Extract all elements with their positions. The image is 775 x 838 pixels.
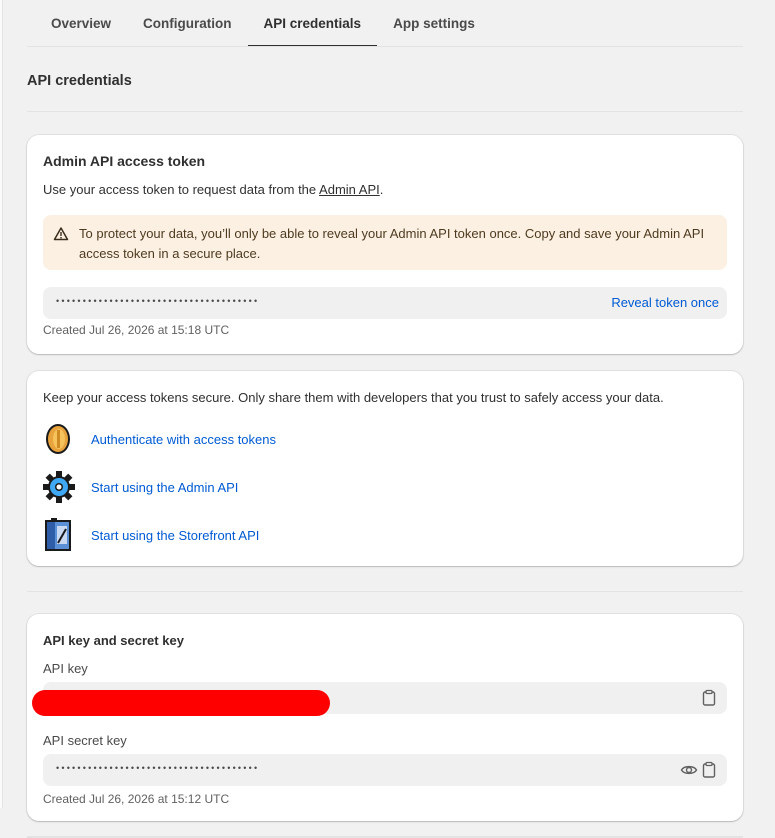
redaction-mark: [32, 690, 330, 716]
eye-icon[interactable]: [680, 761, 698, 779]
security-card: Keep your access tokens secure. Only sha…: [27, 371, 743, 566]
authenticate-link[interactable]: Authenticate with access tokens: [91, 432, 276, 447]
security-intro: Keep your access tokens secure. Only sha…: [43, 390, 664, 405]
api-secret-key-field: ••••••••••••••••••••••••••••••••••••••: [43, 754, 727, 786]
storefront-book-icon: [45, 518, 71, 551]
token-created-date: Created Jul 26, 2026 at 15:18 UTC: [43, 323, 230, 337]
admin-api-link[interactable]: Admin API: [319, 182, 380, 197]
keys-created-date: Created Jul 26, 2026 at 15:12 UTC: [43, 792, 230, 806]
resource-admin-api[interactable]: Start using the Admin API: [43, 470, 238, 504]
storefront-api-link[interactable]: Start using the Storefront API: [91, 528, 259, 543]
api-secret-key-label: API secret key: [43, 733, 127, 748]
description-text: Use your access token to request data fr…: [43, 182, 320, 197]
section-divider: [27, 111, 743, 112]
admin-token-title: Admin API access token: [43, 153, 206, 169]
gear-icon: [43, 471, 75, 503]
description-suffix: .: [379, 182, 384, 197]
section-divider: [27, 591, 743, 592]
tab-app-settings[interactable]: App settings: [377, 0, 491, 47]
tab-overview[interactable]: Overview: [35, 0, 127, 47]
tab-api-credentials[interactable]: API credentials: [247, 0, 378, 47]
masked-secret: ••••••••••••••••••••••••••••••••••••••: [56, 763, 260, 773]
page-title: API credentials: [27, 73, 132, 89]
tab-bar: Overview Configuration API credentials A…: [35, 0, 491, 47]
copy-icon[interactable]: [700, 761, 718, 779]
warning-text: To protect your data, you’ll only be abl…: [79, 226, 705, 261]
admin-token-field: •••••••••••••••••••••••••••••••••••••• R…: [43, 287, 727, 319]
tabs-divider: [27, 46, 743, 47]
resource-storefront-api[interactable]: Start using the Storefront API: [43, 518, 259, 552]
api-keys-card: API key and secret key API key API secre…: [27, 614, 743, 821]
left-border: [0, 0, 3, 808]
resource-authenticate[interactable]: Authenticate with access tokens: [43, 422, 276, 456]
copy-icon[interactable]: [700, 689, 718, 707]
coin-icon: [46, 424, 70, 454]
reveal-token-button[interactable]: Reveal token once: [611, 295, 719, 310]
api-key-label: API key: [43, 661, 88, 676]
masked-token: ••••••••••••••••••••••••••••••••••••••: [56, 296, 260, 306]
admin-token-card: Admin API access token Use your access t…: [27, 135, 743, 354]
tab-configuration[interactable]: Configuration: [127, 0, 247, 47]
warning-icon: [53, 227, 69, 241]
warning-banner: To protect your data, you’ll only be abl…: [43, 215, 727, 270]
api-keys-title: API key and secret key: [43, 633, 184, 648]
admin-api-resource-link[interactable]: Start using the Admin API: [91, 480, 238, 495]
admin-token-description: Use your access token to request data fr…: [43, 182, 383, 197]
